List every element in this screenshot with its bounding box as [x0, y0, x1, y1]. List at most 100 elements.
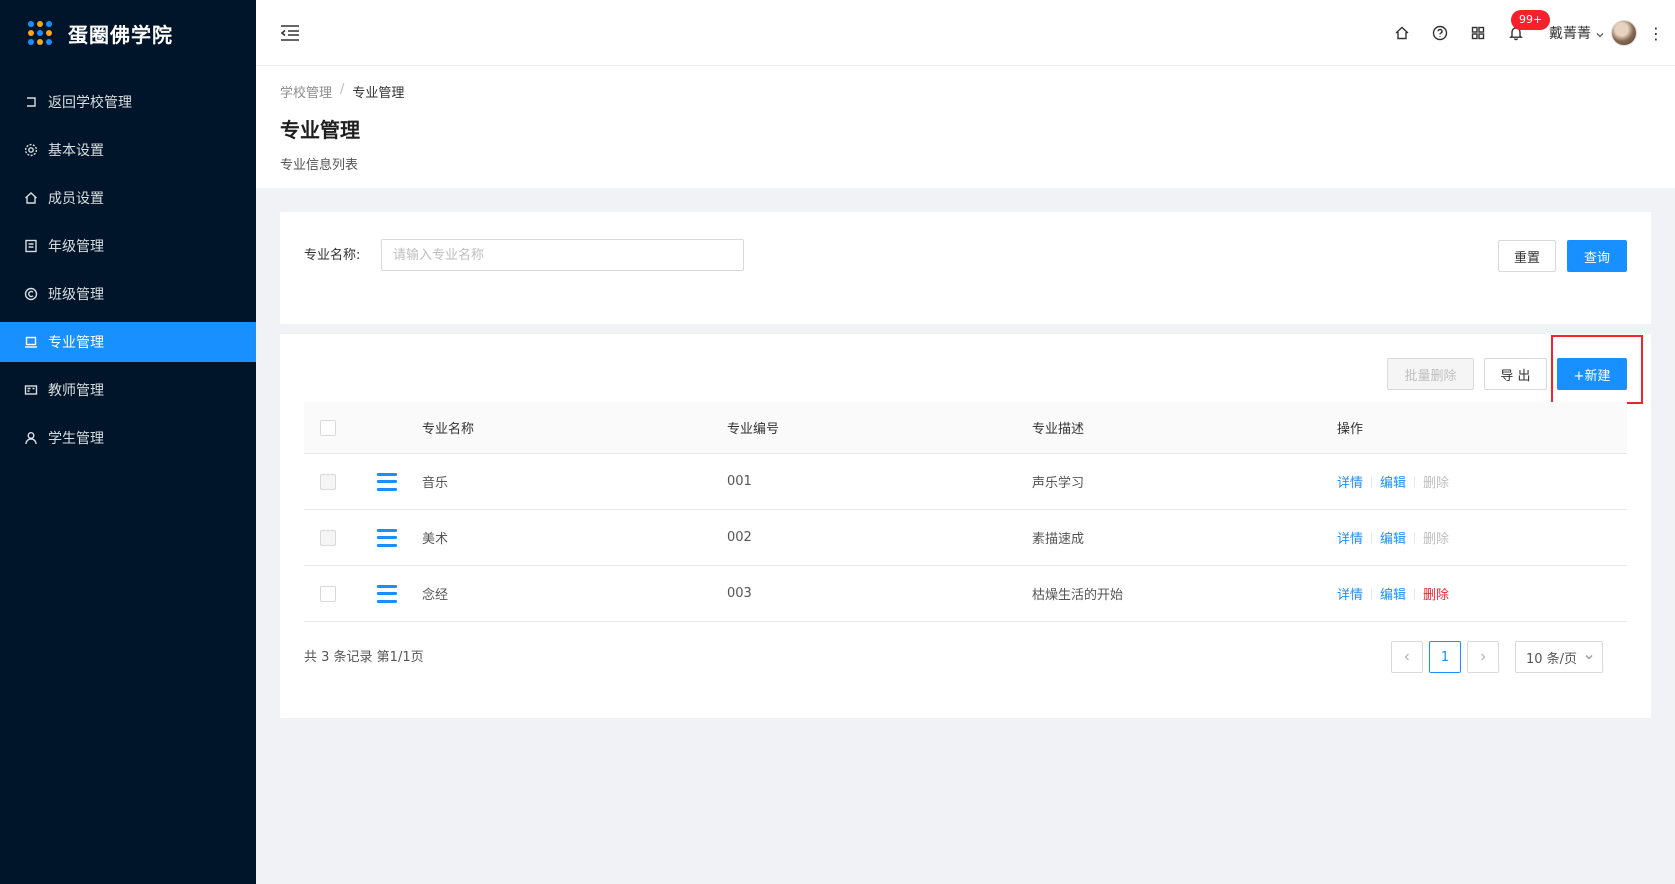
table-row: 念经 003 枯燥生活的开始 详情 编辑 删除 [304, 566, 1627, 622]
select-all-checkbox[interactable] [320, 419, 336, 436]
breadcrumb: 学校管理 / 专业管理 [280, 82, 404, 101]
page-number-button[interactable]: 1 [1429, 641, 1461, 673]
sidebar-item-students[interactable]: 学生管理 [0, 418, 256, 458]
cell-actions: 详情 编辑 删除 [1337, 472, 1627, 491]
majors-table: 专业名称 专业编号 专业描述 操作 音乐 001 声乐学习 详情 编辑 删除 美… [304, 402, 1627, 622]
detail-link[interactable]: 详情 [1337, 472, 1363, 491]
batch-delete-button[interactable]: 批量删除 [1387, 358, 1474, 390]
column-header-code: 专业编号 [727, 422, 780, 437]
edit-link[interactable]: 编辑 [1380, 584, 1406, 603]
breadcrumb-separator: / [340, 82, 345, 97]
chevron-down-icon[interactable] [1595, 28, 1605, 38]
divider [1371, 475, 1373, 488]
table-row: 美术 002 素描速成 详情 编辑 删除 [304, 510, 1627, 566]
sidebar-item-label: 学生管理 [48, 431, 104, 447]
next-page-button[interactable] [1467, 641, 1499, 673]
sidebar-item-basic-settings[interactable]: 基本设置 [0, 130, 256, 170]
sidebar-item-teachers[interactable]: 教师管理 [0, 370, 256, 410]
help-icon[interactable] [1421, 0, 1459, 66]
sidebar-item-label: 基本设置 [48, 143, 104, 159]
cell-name: 美术 [422, 532, 449, 547]
cell-name: 音乐 [422, 476, 449, 491]
row-checkbox[interactable] [320, 529, 336, 546]
cell-code: 002 [727, 530, 752, 545]
table-header: 专业名称 专业编号 专业描述 操作 [304, 402, 1627, 454]
id-card-icon [24, 383, 38, 397]
cell-desc: 素描速成 [1032, 532, 1085, 547]
sidebar-item-grades[interactable]: 年级管理 [0, 226, 256, 266]
avatar[interactable] [1611, 20, 1637, 46]
detail-link[interactable]: 详情 [1337, 584, 1363, 603]
chevron-down-icon [1585, 655, 1593, 660]
chevron-left-icon [1404, 653, 1409, 661]
query-button[interactable]: 查询 [1567, 240, 1627, 272]
gear-icon [24, 143, 38, 157]
delete-link-disabled: 删除 [1423, 532, 1450, 547]
notification-badge: 99+ [1511, 10, 1551, 30]
edit-link[interactable]: 编辑 [1380, 528, 1406, 547]
reset-button[interactable]: 重置 [1498, 240, 1556, 272]
menu-fold-icon[interactable] [280, 24, 300, 42]
cell-code: 003 [727, 586, 752, 601]
page-title: 专业管理 [280, 118, 360, 142]
notification-bell[interactable]: 99+ [1497, 0, 1551, 66]
edit-link[interactable]: 编辑 [1380, 472, 1406, 491]
page-subtitle: 专业信息列表 [280, 158, 359, 173]
user-name[interactable]: 戴菁菁 [1549, 23, 1591, 43]
breadcrumb-current: 专业管理 [352, 86, 405, 101]
delete-link[interactable]: 删除 [1423, 584, 1449, 603]
table-card: 批量删除 导 出 +新建 专业名称 专业编号 专业描述 操作 音乐 001 声乐… [280, 334, 1651, 718]
sidebar-item-majors[interactable]: 专业管理 [0, 322, 256, 362]
row-checkbox[interactable] [320, 585, 336, 602]
export-button[interactable]: 导 出 [1484, 358, 1547, 390]
sidebar-item-back[interactable]: 返回学校管理 [0, 82, 256, 122]
drag-handle-icon[interactable] [377, 472, 397, 491]
logo[interactable]: 蛋圈佛学院 [0, 0, 256, 66]
drag-handle-icon[interactable] [377, 528, 397, 547]
apps-grid-icon[interactable] [1459, 0, 1497, 66]
top-header: 99+ 戴菁菁 ⋮ [256, 0, 1675, 66]
column-header-name: 专业名称 [422, 422, 475, 437]
prev-page-button[interactable] [1391, 641, 1423, 673]
copyright-icon [24, 287, 38, 301]
sidebar-item-label: 年级管理 [48, 239, 104, 255]
sidebar-menu: 返回学校管理 基本设置 成员设置 年级管理 班级管理 专业管理 教师管理 学生管… [0, 82, 256, 458]
more-vertical-icon[interactable]: ⋮ [1637, 0, 1675, 66]
detail-link[interactable]: 详情 [1337, 528, 1363, 547]
sidebar-item-label: 返回学校管理 [48, 95, 132, 111]
logo-grid-icon [28, 21, 52, 45]
sidebar-item-label: 班级管理 [48, 287, 104, 303]
chevron-right-icon [1481, 653, 1486, 661]
book-icon [24, 239, 38, 253]
new-button[interactable]: +新建 [1557, 358, 1627, 390]
sidebar-item-label: 教师管理 [48, 383, 104, 399]
column-header-actions: 操作 [1337, 422, 1364, 437]
divider [1371, 587, 1373, 600]
divider [1414, 475, 1416, 488]
sidebar: 蛋圈佛学院 返回学校管理 基本设置 成员设置 年级管理 班级管理 专业管理 教师… [0, 0, 256, 884]
records-summary: 共 3 条记录 第1/1页 [304, 650, 424, 665]
header-actions: 99+ 戴菁菁 ⋮ [1383, 0, 1675, 66]
drag-handle-icon[interactable] [377, 584, 397, 603]
sidebar-item-classes[interactable]: 班级管理 [0, 274, 256, 314]
page-size-select[interactable]: 10 条/页 [1515, 641, 1603, 673]
user-icon [24, 431, 38, 445]
cell-actions: 详情 编辑 删除 [1337, 528, 1627, 547]
major-name-label: 专业名称: [304, 248, 361, 263]
breadcrumb-parent[interactable]: 学校管理 [280, 82, 332, 101]
home-icon[interactable] [1383, 0, 1421, 66]
search-card: 专业名称: 重置 查询 [280, 212, 1651, 324]
sidebar-item-label: 专业管理 [48, 335, 104, 351]
back-icon [24, 95, 38, 109]
page-size-value: 10 条/页 [1526, 651, 1578, 667]
cell-desc: 声乐学习 [1032, 476, 1085, 491]
cell-code: 001 [727, 474, 752, 489]
cell-name: 念经 [422, 588, 449, 603]
divider [1371, 531, 1373, 544]
sidebar-item-label: 成员设置 [48, 191, 104, 207]
major-name-input[interactable] [381, 239, 744, 271]
row-checkbox[interactable] [320, 473, 336, 490]
table-row: 音乐 001 声乐学习 详情 编辑 删除 [304, 454, 1627, 510]
sidebar-item-members[interactable]: 成员设置 [0, 178, 256, 218]
delete-link-disabled: 删除 [1423, 476, 1450, 491]
